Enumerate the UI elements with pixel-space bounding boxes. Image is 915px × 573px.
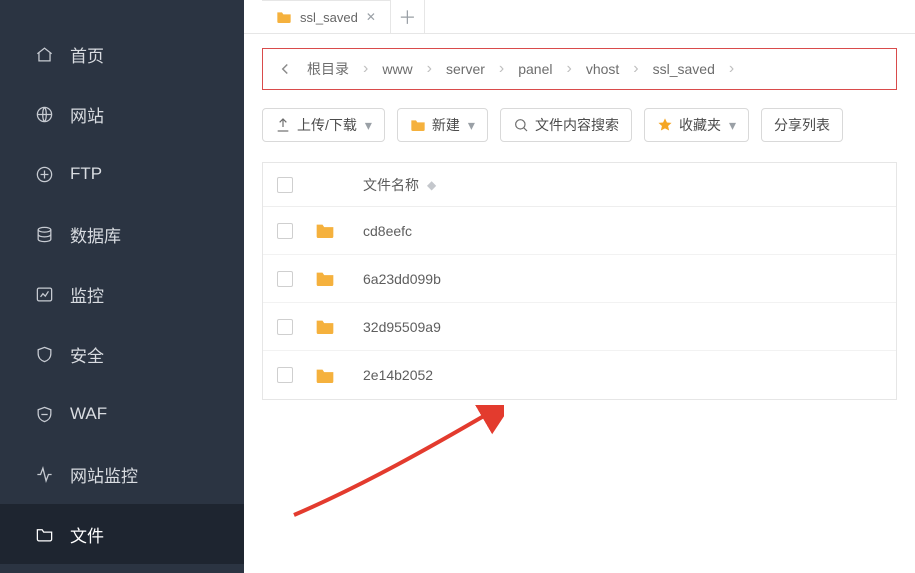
chart-icon — [34, 284, 54, 304]
table-header: 文件名称 ◆ — [263, 163, 896, 207]
folder-icon — [315, 270, 335, 287]
file-name[interactable]: 32d95509a9 — [363, 319, 896, 335]
sidebar-item-site[interactable]: 网站 — [0, 84, 244, 144]
folder-icon — [34, 524, 54, 544]
back-button[interactable] — [271, 55, 299, 83]
chevron-right-icon: › — [633, 60, 638, 78]
table-row[interactable]: 2e14b2052 — [263, 351, 896, 399]
sidebar-item-site-monitor[interactable]: 网站监控 — [0, 444, 244, 504]
sidebar: 首页 网站 FTP 数据库 监控 安全 WAF 网站监控 — [0, 0, 244, 573]
crumb-www[interactable]: www — [374, 57, 420, 81]
toolbar: 上传/下载 ▾ 新建 ▾ 文件内容搜索 收藏夹 ▾ 分享列表 — [244, 90, 915, 154]
sidebar-item-ftp[interactable]: FTP — [0, 144, 244, 204]
crumb-root[interactable]: 根目录 — [299, 55, 357, 83]
table-row[interactable]: 6a23dd099b — [263, 255, 896, 303]
sidebar-item-label: 数据库 — [70, 222, 121, 247]
share-list-button[interactable]: 分享列表 — [761, 108, 843, 142]
chevron-down-icon: ▾ — [365, 117, 372, 134]
chevron-right-icon: › — [567, 60, 572, 78]
crumb-vhost[interactable]: vhost — [578, 57, 627, 81]
chevron-down-icon: ▾ — [468, 117, 475, 134]
breadcrumb-bar: 根目录 › www › server › panel › vhost › ssl… — [262, 48, 897, 90]
activity-icon — [34, 464, 54, 484]
row-checkbox[interactable] — [277, 367, 293, 383]
star-icon — [657, 117, 673, 133]
upload-download-button[interactable]: 上传/下载 ▾ — [262, 108, 385, 142]
chevron-right-icon: › — [427, 60, 432, 78]
sidebar-item-waf[interactable]: WAF — [0, 384, 244, 444]
search-icon — [513, 117, 529, 133]
sort-icon[interactable]: ◆ — [427, 179, 436, 191]
chevron-down-icon: ▾ — [729, 117, 736, 134]
folder-icon — [315, 318, 335, 335]
chevron-right-icon: › — [363, 60, 368, 78]
close-icon[interactable]: ✕ — [366, 11, 376, 23]
file-name[interactable]: cd8eefc — [363, 223, 896, 239]
favorites-button[interactable]: 收藏夹 ▾ — [644, 108, 749, 142]
file-table: 文件名称 ◆ cd8eefc 6a23dd099b 32d95509a9 — [262, 162, 897, 400]
main-panel: ssl_saved ✕ ＋ 根目录 › www › server › panel… — [244, 0, 915, 573]
table-row[interactable]: cd8eefc — [263, 207, 896, 255]
column-name[interactable]: 文件名称 — [363, 175, 419, 195]
chevron-right-icon: › — [729, 60, 734, 78]
content-search-button[interactable]: 文件内容搜索 — [500, 108, 632, 142]
new-button[interactable]: 新建 ▾ — [397, 108, 488, 142]
select-all-checkbox[interactable] — [277, 177, 293, 193]
sidebar-item-label: 首页 — [70, 42, 104, 67]
sidebar-item-monitor[interactable]: 监控 — [0, 264, 244, 324]
row-checkbox[interactable] — [277, 319, 293, 335]
crumb-server[interactable]: server — [438, 57, 493, 81]
folder-icon — [315, 222, 335, 239]
sidebar-item-security[interactable]: 安全 — [0, 324, 244, 384]
crumb-ssl-saved[interactable]: ssl_saved — [645, 57, 723, 81]
annotation-arrow — [284, 405, 504, 525]
tab-label: ssl_saved — [300, 10, 358, 25]
globe-icon — [34, 104, 54, 124]
file-name[interactable]: 6a23dd099b — [363, 271, 896, 287]
sidebar-item-label: 网站监控 — [70, 462, 138, 487]
sidebar-item-label: 文件 — [70, 522, 104, 547]
tab-ssl-saved[interactable]: ssl_saved ✕ — [262, 0, 391, 33]
waf-shield-icon — [34, 404, 54, 424]
sidebar-item-label: FTP — [70, 164, 102, 184]
home-icon — [34, 44, 54, 64]
file-name[interactable]: 2e14b2052 — [363, 367, 896, 383]
folder-icon — [276, 10, 292, 24]
chevron-right-icon: › — [499, 60, 504, 78]
folder-icon — [315, 367, 335, 384]
row-checkbox[interactable] — [277, 271, 293, 287]
database-icon — [34, 224, 54, 244]
button-label: 收藏夹 — [679, 115, 721, 135]
sidebar-item-database[interactable]: 数据库 — [0, 204, 244, 264]
shield-icon — [34, 344, 54, 364]
tab-bar: ssl_saved ✕ ＋ — [244, 0, 915, 34]
upload-icon — [275, 117, 291, 133]
folder-icon — [410, 117, 426, 133]
sidebar-item-home[interactable]: 首页 — [0, 24, 244, 84]
sidebar-item-files[interactable]: 文件 — [0, 504, 244, 564]
sidebar-item-label: 安全 — [70, 342, 104, 367]
sidebar-item-label: WAF — [70, 404, 107, 424]
row-checkbox[interactable] — [277, 223, 293, 239]
ftp-icon — [34, 164, 54, 184]
crumb-panel[interactable]: panel — [510, 57, 560, 81]
tab-add-button[interactable]: ＋ — [391, 0, 425, 33]
sidebar-item-label: 监控 — [70, 282, 104, 307]
button-label: 文件内容搜索 — [535, 115, 619, 135]
table-row[interactable]: 32d95509a9 — [263, 303, 896, 351]
button-label: 新建 — [432, 115, 460, 135]
button-label: 分享列表 — [774, 115, 830, 135]
sidebar-item-label: 网站 — [70, 102, 104, 127]
button-label: 上传/下载 — [297, 115, 357, 135]
